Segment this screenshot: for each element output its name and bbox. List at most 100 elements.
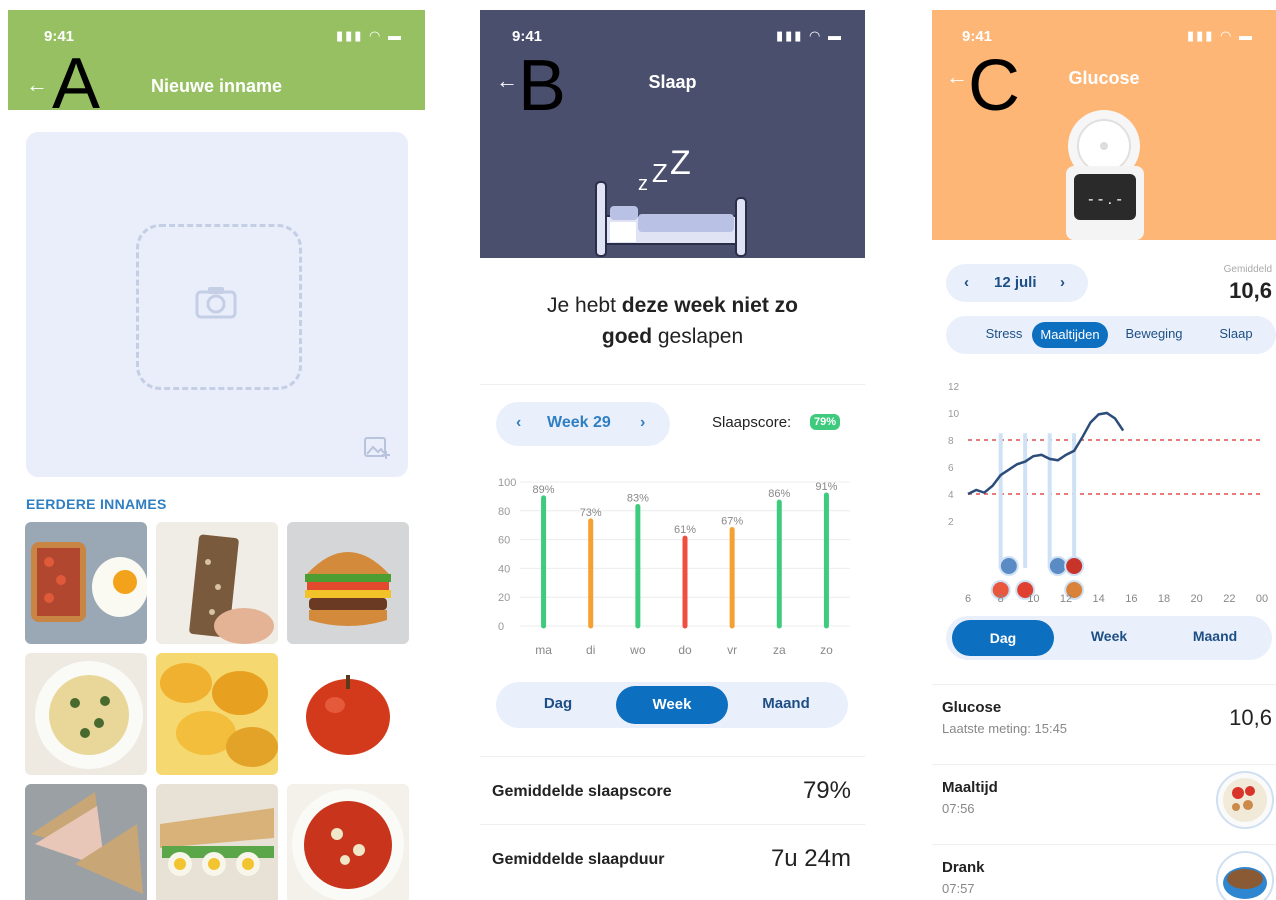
food-tile-spaghetti[interactable] xyxy=(287,784,409,900)
gallery-add-icon[interactable] xyxy=(364,437,390,459)
event-marker xyxy=(998,433,1003,568)
bar-value-label: 67% xyxy=(721,516,743,528)
y-tick-label: 60 xyxy=(498,535,510,547)
photo-upload-area[interactable] xyxy=(26,132,408,477)
row-value: 7u 24m xyxy=(770,845,851,872)
y-tick-label: 100 xyxy=(498,477,516,489)
stat-row: Gemiddelde slaapscore 79% xyxy=(480,756,865,825)
tab-maaltijden[interactable]: Maaltijden xyxy=(1032,322,1108,348)
x-tick-label: zo xyxy=(820,643,833,657)
x-tick-label: 16 xyxy=(1125,593,1137,604)
status-time: 9:41 xyxy=(962,28,993,45)
section-label: EERDERE INNAMES xyxy=(26,496,167,512)
food-tile-chips[interactable] xyxy=(156,653,278,775)
list-item-maaltijd[interactable]: Maaltijd 07:56 xyxy=(932,764,1276,845)
x-tick-label: ma xyxy=(535,643,552,657)
event-marker xyxy=(1023,433,1028,568)
status-time: 9:41 xyxy=(44,28,75,45)
camera-icon xyxy=(195,287,237,319)
svg-text:Z: Z xyxy=(652,158,668,188)
period-maand[interactable]: Maand xyxy=(730,695,842,712)
x-tick-label: 6 xyxy=(965,593,971,604)
average-value: 10,6 xyxy=(1229,278,1272,303)
bar-value-label: 91% xyxy=(815,481,837,493)
x-tick-label: 8 xyxy=(998,593,1004,604)
svg-text:z: z xyxy=(638,173,648,195)
meal-event-icon xyxy=(1064,556,1085,576)
tab-stress[interactable]: Stress xyxy=(966,326,1042,341)
food-tile-apple[interactable] xyxy=(287,653,409,775)
food-tile-toast-egg[interactable] xyxy=(25,522,147,644)
chevron-left-icon[interactable]: ‹ xyxy=(964,274,969,291)
y-tick-label: 40 xyxy=(498,563,510,575)
list-label: Glucose xyxy=(942,699,1002,716)
list-label: Drank xyxy=(942,859,985,876)
status-icons: ▮▮▮ ◠ ▬ xyxy=(775,28,843,43)
divider xyxy=(480,384,865,385)
list-value: 10,6 xyxy=(1229,705,1272,730)
x-tick-label: 14 xyxy=(1093,593,1105,604)
sleep-score-label: Slaapscore: xyxy=(712,414,792,431)
meal-event-icon xyxy=(998,556,1019,576)
tab-slaap[interactable]: Slaap xyxy=(1198,326,1274,341)
y-tick-label: 2 xyxy=(948,517,954,528)
food-tile-sandwich[interactable] xyxy=(25,784,147,900)
page-title: Nieuwe inname xyxy=(150,76,283,96)
chevron-right-icon[interactable]: › xyxy=(1060,274,1065,291)
bar-value-label: 73% xyxy=(580,507,602,519)
list-sub: 07:56 xyxy=(942,801,975,816)
food-tile-egg-sandwich[interactable] xyxy=(156,784,278,900)
date-selector: ‹ 12 juli › xyxy=(946,264,1088,302)
period-maand[interactable]: Maand xyxy=(1164,628,1266,644)
x-tick-label: za xyxy=(773,643,786,657)
period-week[interactable]: Week xyxy=(616,686,728,724)
glucose-line xyxy=(967,411,1125,496)
y-tick-label: 8 xyxy=(948,436,954,447)
list-sub: Laatste meting: 15:45 xyxy=(942,721,1068,736)
period-selector-c: Dag Week Maand xyxy=(946,616,1272,660)
meal-thumbnail xyxy=(1216,771,1274,829)
phone-a: 9:41 ▮▮▮ ◠ ▬ ← A Nieuwe inname EERDERE I… xyxy=(8,10,425,900)
chevron-left-icon[interactable]: ‹ xyxy=(516,414,521,432)
page-title: Glucose xyxy=(1068,68,1140,88)
food-tile-burger[interactable] xyxy=(287,522,409,644)
food-tile-granola-bar[interactable] xyxy=(156,522,278,644)
period-selector-b: Dag Week Maand xyxy=(496,682,848,728)
tab-beweging[interactable]: Beweging xyxy=(1116,326,1192,341)
x-tick-label: 00 xyxy=(1256,593,1268,604)
food-tile-pasta[interactable] xyxy=(25,653,147,775)
x-tick-label: 22 xyxy=(1223,593,1235,604)
x-tick-label: do xyxy=(678,643,692,657)
y-tick-label: 20 xyxy=(498,592,510,604)
category-tabs: Stress Maaltijden Beweging Slaap xyxy=(946,316,1276,354)
period-dag[interactable]: Dag xyxy=(502,695,614,712)
x-tick-label: wo xyxy=(629,643,646,657)
x-tick-label: 20 xyxy=(1191,593,1203,604)
status-icons: ▮▮▮ ◠ ▬ xyxy=(335,28,403,43)
y-tick-label: 4 xyxy=(948,490,954,501)
photo-placeholder[interactable] xyxy=(136,224,302,390)
x-tick-label: 12 xyxy=(1060,593,1072,604)
x-tick-label: di xyxy=(586,643,595,657)
phone-c: - - . - 9:41 ▮▮▮ ◠ ▬ ← C Glucose ‹ 12 ju… xyxy=(932,10,1276,900)
row-label: Gemiddelde slaapduur xyxy=(492,851,665,868)
period-dag[interactable]: Dag xyxy=(952,620,1054,656)
y-tick-label: 12 xyxy=(948,382,960,393)
page-title: Slaap xyxy=(648,72,697,92)
list-item-drank[interactable]: Drank 07:57 xyxy=(932,844,1276,900)
sleep-score-badge: 79% xyxy=(810,414,841,430)
svg-text:- - . -: - - . - xyxy=(1088,191,1122,208)
y-tick-label: 10 xyxy=(948,409,960,420)
chevron-right-icon[interactable]: › xyxy=(640,414,645,432)
status-time: 9:41 xyxy=(512,28,543,45)
glucose-chart: 12 10 8 6 4 2 6 8 10 12 14 16 18 20 22 00 xyxy=(948,382,1268,604)
list-sub: 07:57 xyxy=(942,881,975,896)
sleep-chart: 100 80 60 40 20 0 89% ma 73% di 83% wo 61% do 67% vr 86%… xyxy=(498,477,850,657)
period-week[interactable]: Week xyxy=(1058,628,1160,644)
event-marker xyxy=(1047,433,1052,568)
status-icons: ▮▮▮ ◠ ▬ xyxy=(1186,28,1254,43)
list-item-glucose[interactable]: Glucose Laatste meting: 15:45 10,6 xyxy=(932,684,1276,765)
row-value: 79% xyxy=(802,777,851,804)
phone-b: z Z Z 9:41 ▮▮▮ ◠ ▬ ← B Slaap Je hebt dez… xyxy=(480,10,865,900)
drink-thumbnail xyxy=(1216,851,1274,900)
